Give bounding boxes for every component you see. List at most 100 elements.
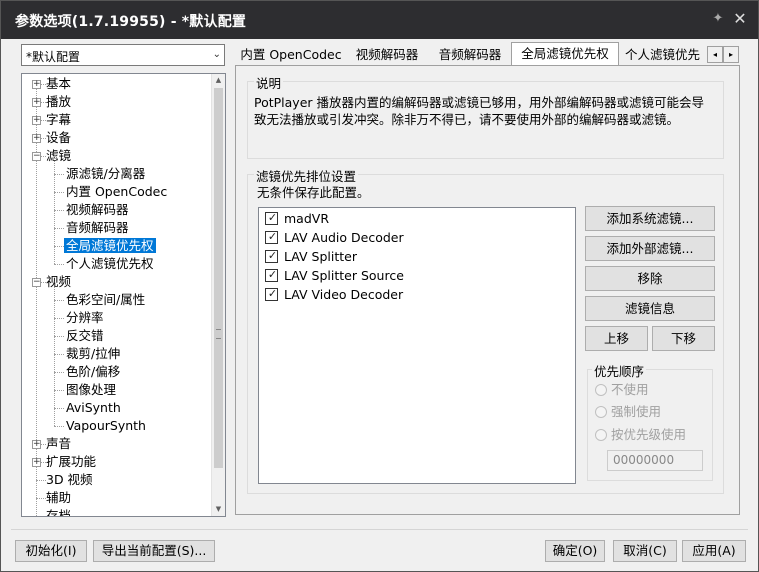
- radio-by-priority[interactable]: 按优先级使用: [595, 426, 686, 444]
- list-item[interactable]: ✓ LAV Splitter Source: [265, 266, 404, 285]
- tree-item-label: 辅助: [46, 490, 72, 505]
- scroll-up-icon[interactable]: ▲: [212, 74, 225, 87]
- pin-icon[interactable]: ✦: [709, 10, 727, 28]
- tab-audio-decoder[interactable]: 音频解码器: [431, 44, 509, 65]
- tree-item-archive[interactable]: 存档: [44, 507, 73, 516]
- list-item[interactable]: ✓ LAV Audio Decoder: [265, 228, 404, 247]
- expand-icon[interactable]: +: [32, 458, 41, 467]
- cancel-button[interactable]: 取消(C): [613, 540, 677, 562]
- list-item[interactable]: ✓ madVR: [265, 209, 329, 228]
- tree-item-label: 3D 视频: [46, 472, 93, 487]
- tree-item-label: 视频解码器: [66, 202, 129, 217]
- tree-item-colorspace[interactable]: 色彩空间/属性: [64, 291, 147, 309]
- settings-tree-items: + 基本 + 播放 + 字幕 + 设备 − 滤镜 源滤镜/分离器 内置 OpenCodec 视频解码器音…: [22, 74, 212, 516]
- initialize-button[interactable]: 初始化(I): [15, 540, 87, 562]
- tree-item-video[interactable]: 视频: [44, 273, 73, 291]
- move-up-button[interactable]: 上移: [585, 326, 648, 351]
- tree-item-image-processing[interactable]: 图像处理: [64, 381, 118, 399]
- tree-item-video-decoder[interactable]: 视频解码器: [64, 201, 131, 219]
- tree-item-label: 图像处理: [66, 382, 117, 397]
- tree-connector-line: [54, 372, 64, 373]
- filter-list[interactable]: ✓ madVR ✓ LAV Audio Decoder ✓ LAV Splitter …: [258, 207, 576, 484]
- tree-item-global-filter-priority[interactable]: 全局滤镜优先权: [64, 237, 156, 255]
- list-item[interactable]: ✓ LAV Video Decoder: [265, 285, 403, 304]
- tree-item-filters[interactable]: 滤镜: [44, 147, 73, 165]
- tree-item-levels[interactable]: 色阶/偏移: [64, 363, 122, 381]
- priority-value-field[interactable]: 00000000: [607, 450, 703, 471]
- tree-item-playback[interactable]: 播放: [44, 93, 73, 111]
- tab-strip: 内置 OpenCodec 视频解码器 音频解码器 全局滤镜优先权 个人滤镜优先: [235, 42, 741, 65]
- tab-scroll-right-icon[interactable]: ▸: [723, 46, 739, 63]
- tree-connector-line: [54, 192, 64, 193]
- tree-connector-line: [54, 318, 64, 319]
- settings-tree[interactable]: + 基本 + 播放 + 字幕 + 设备 − 滤镜 源滤镜/分离器 内置 OpenCodec 视频解码器音…: [21, 73, 226, 517]
- tree-connector-line: [54, 264, 64, 265]
- expand-icon[interactable]: +: [32, 116, 41, 125]
- tree-item-basic[interactable]: 基本: [44, 75, 73, 93]
- move-down-button[interactable]: 下移: [652, 326, 715, 351]
- tree-item-3d-video[interactable]: 3D 视频: [44, 471, 95, 489]
- tree-item-label: 基本: [46, 76, 72, 91]
- tree-item-source-filter[interactable]: 源滤镜/分离器: [64, 165, 147, 183]
- remove-button[interactable]: 移除: [585, 266, 715, 291]
- profile-select[interactable]: *默认配置 ⌄: [21, 44, 225, 66]
- expand-icon[interactable]: +: [32, 98, 41, 107]
- tree-item-opencodec[interactable]: 内置 OpenCodec: [64, 183, 169, 201]
- list-item[interactable]: ✓ LAV Splitter: [265, 247, 357, 266]
- title-bar[interactable]: 参数选项(1.7.19955) - *默认配置 ✦ ✕: [1, 1, 758, 39]
- expand-icon[interactable]: +: [32, 134, 41, 143]
- tree-item-personal-filter-priority[interactable]: 个人滤镜优先权: [64, 255, 156, 273]
- apply-button[interactable]: 应用(A): [682, 540, 746, 562]
- radio-circle-icon: [595, 384, 607, 396]
- tab-opencodec[interactable]: 内置 OpenCodec: [239, 44, 343, 65]
- collapse-icon[interactable]: −: [32, 278, 41, 287]
- tree-item-label: 字幕: [46, 112, 72, 127]
- expand-icon[interactable]: +: [32, 440, 41, 449]
- checkbox[interactable]: ✓: [265, 230, 278, 244]
- scrollbar-thumb[interactable]: [214, 88, 223, 468]
- close-icon[interactable]: ✕: [731, 9, 749, 29]
- checkbox[interactable]: ✓: [265, 211, 278, 225]
- tree-item-extensions[interactable]: 扩展功能: [44, 453, 98, 471]
- collapse-icon[interactable]: −: [32, 152, 41, 161]
- export-config-button[interactable]: 导出当前配置(S)...: [93, 540, 215, 562]
- tree-item-crop[interactable]: 裁剪/拉伸: [64, 345, 122, 363]
- radio-force-use[interactable]: 强制使用: [595, 403, 661, 421]
- add-system-filter-button[interactable]: 添加系统滤镜...: [585, 206, 715, 231]
- tree-item-deinterlace[interactable]: 反交错: [64, 327, 106, 345]
- tree-item-label: 个人滤镜优先权: [66, 256, 154, 271]
- tree-item-vapoursynth[interactable]: VapourSynth: [64, 417, 148, 435]
- radio-not-use[interactable]: 不使用: [595, 381, 649, 399]
- checkbox[interactable]: ✓: [265, 249, 278, 263]
- tree-branch-line: [54, 286, 55, 426]
- filter-info-button[interactable]: 滤镜信息: [585, 296, 715, 321]
- checkmark-icon: ✓: [267, 268, 278, 281]
- tab-scroll-left-icon[interactable]: ◂: [707, 46, 723, 63]
- tab-video-decoder[interactable]: 视频解码器: [348, 44, 426, 65]
- tab-global-filter-priority[interactable]: 全局滤镜优先权: [511, 42, 619, 65]
- tree-item-audio[interactable]: 声音: [44, 435, 73, 453]
- filter-name: LAV Splitter Source: [284, 268, 404, 283]
- checkmark-icon: ✓: [267, 230, 278, 243]
- tree-connector-line: [54, 210, 64, 211]
- tree-item-subtitles[interactable]: 字幕: [44, 111, 73, 129]
- tree-scrollbar[interactable]: ▲ ▼: [211, 74, 225, 516]
- expand-icon[interactable]: +: [32, 80, 41, 89]
- checkbox[interactable]: ✓: [265, 268, 278, 282]
- tree-connector-line: [54, 228, 64, 229]
- tree-item-avisynth[interactable]: AviSynth: [64, 399, 123, 417]
- tree-item-assist[interactable]: 辅助: [44, 489, 73, 507]
- ok-button[interactable]: 确定(O): [545, 540, 605, 562]
- checkbox[interactable]: ✓: [265, 287, 278, 301]
- tab-personal-filter-priority[interactable]: 个人滤镜优先: [625, 44, 705, 65]
- tree-branch-line: [54, 160, 55, 264]
- tree-item-label: 滤镜: [46, 148, 72, 163]
- chevron-down-icon: ⌄: [212, 49, 221, 60]
- tree-item-devices[interactable]: 设备: [44, 129, 73, 147]
- tree-item-resolution[interactable]: 分辨率: [64, 309, 106, 327]
- tree-item-label: 裁剪/拉伸: [66, 346, 121, 361]
- tree-item-audio-decoder[interactable]: 音频解码器: [64, 219, 131, 237]
- scroll-down-icon[interactable]: ▼: [212, 503, 225, 516]
- tree-item-label: 声音: [46, 436, 72, 451]
- add-external-filter-button[interactable]: 添加外部滤镜...: [585, 236, 715, 261]
